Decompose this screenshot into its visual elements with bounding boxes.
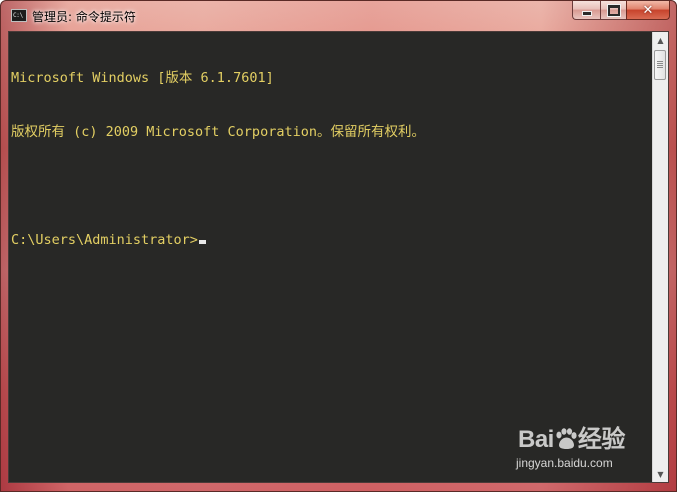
- scroll-down-arrow-icon[interactable]: ▼: [653, 466, 668, 482]
- cmd-icon[interactable]: C:\: [11, 9, 27, 22]
- console-line-copyright: 版权所有 (c) 2009 Microsoft Corporation。保留所有…: [11, 124, 425, 140]
- console-prompt-line[interactable]: C:\Users\Administrator>: [11, 231, 650, 249]
- caption-buttons: ✕: [572, 1, 670, 20]
- console-frame: Microsoft Windows [版本 6.1.7601] 版权所有 (c)…: [8, 31, 669, 483]
- minimize-icon: [581, 10, 592, 16]
- minimize-button[interactable]: [572, 1, 600, 20]
- window-title: 管理员: 命令提示符: [32, 10, 136, 24]
- command-prompt-window: C:\ 管理员: 命令提示符 ✕ Microsoft Windows [版本 6…: [0, 0, 677, 492]
- text-cursor: [198, 240, 206, 244]
- console-output[interactable]: Microsoft Windows [版本 6.1.7601] 版权所有 (c)…: [9, 32, 652, 482]
- baidu-jingyan-watermark: Bai 经验 jingyan.baidu.com: [516, 419, 636, 477]
- watermark-logo: Bai 经验: [518, 419, 625, 454]
- watermark-url: jingyan.baidu.com: [516, 456, 613, 470]
- title-bar[interactable]: C:\ 管理员: 命令提示符 ✕: [1, 1, 676, 30]
- maximize-button[interactable]: [600, 1, 626, 20]
- maximize-icon: [607, 4, 620, 16]
- close-icon: ✕: [642, 2, 654, 18]
- watermark-logo-right: 经验: [577, 426, 626, 453]
- close-button[interactable]: ✕: [626, 1, 670, 20]
- command-prompt: C:\Users\Administrator>: [11, 232, 198, 248]
- paw-icon: [554, 428, 578, 450]
- scrollbar-thumb[interactable]: [654, 50, 666, 80]
- vertical-scrollbar[interactable]: ▲ ▼: [652, 32, 668, 482]
- watermark-logo-left: Bai: [518, 426, 554, 453]
- scroll-up-arrow-icon[interactable]: ▲: [653, 32, 668, 48]
- console-line-version: Microsoft Windows [版本 6.1.7601]: [11, 70, 274, 86]
